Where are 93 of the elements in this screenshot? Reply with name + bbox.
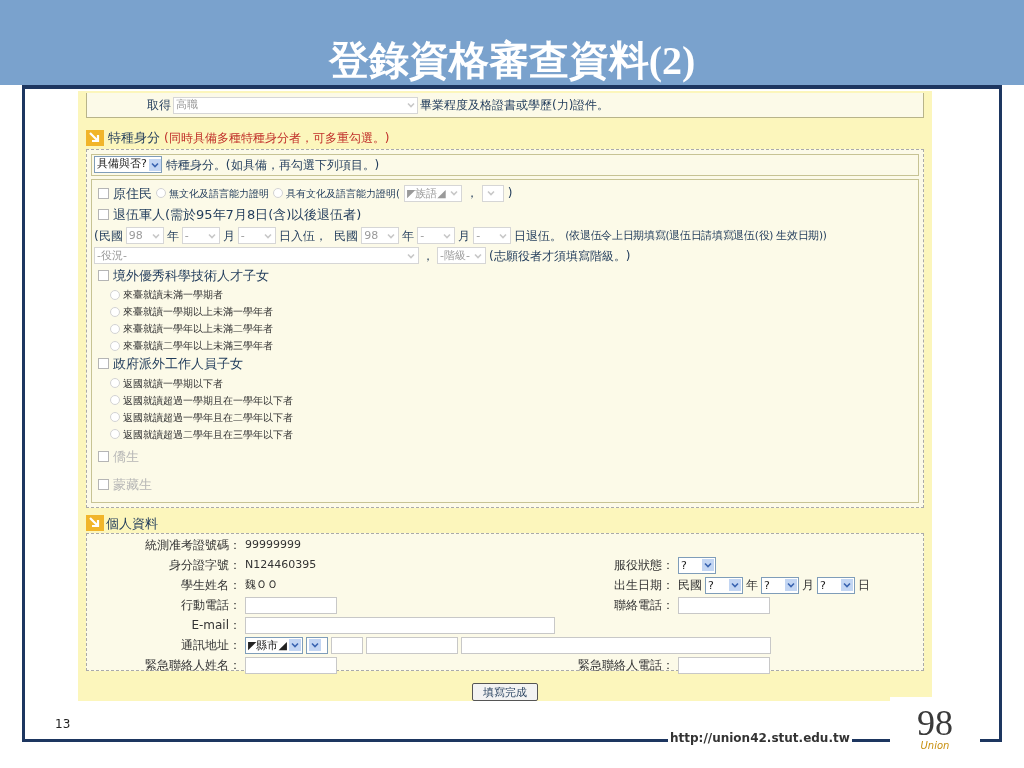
dropdown[interactable]: ?	[761, 576, 799, 594]
form-text: ，	[465, 185, 478, 203]
chevron-down-icon	[308, 639, 321, 651]
form-text: 日	[858, 577, 870, 594]
input-field[interactable]	[365, 636, 458, 654]
field-label: 出生日期：	[613, 577, 674, 594]
option-label: 來臺就讀二學年以上未滿三學年者	[123, 339, 273, 353]
field-label: 緊急聯絡人電話：	[577, 657, 674, 674]
form-text: 取得	[147, 97, 171, 114]
input-field[interactable]	[678, 656, 770, 674]
category-label: 蒙藏生	[113, 476, 152, 494]
field-label: 通訊地址：	[180, 637, 241, 654]
field-label: 緊急聯絡人姓名：	[144, 657, 241, 674]
section-note: (同時具備多種特種身分者，可多重勾選。)	[164, 129, 390, 147]
option-label: 來臺就讀一學年以上未滿二學年者	[123, 322, 273, 336]
input-field[interactable]	[460, 636, 771, 654]
site-url: http://union42.stut.edu.tw	[668, 729, 852, 747]
section-title: 個人資料	[106, 514, 158, 533]
option-label: 返國就讀超過二學年且在三學年以下者	[123, 427, 293, 442]
checkbox[interactable]	[98, 358, 109, 370]
chevron-down-icon	[729, 579, 741, 591]
input-field[interactable]	[245, 656, 337, 674]
chevron-down-icon	[785, 579, 797, 591]
radio-button[interactable]	[156, 188, 166, 199]
field-label: 行動電話：	[180, 597, 241, 614]
field-label: 統測准考證號碼：	[144, 537, 241, 554]
form-text: 年	[746, 577, 758, 594]
form-text: 年	[166, 227, 179, 245]
option-label: 無文化及語言能力證明	[169, 186, 269, 201]
option-label: 返國就讀一學期以下者	[123, 376, 223, 391]
form-text: 畢業程度及格證書或學歷(力)證件。	[420, 97, 610, 114]
dropdown[interactable]: 具備與否?	[94, 156, 162, 173]
radio-button[interactable]	[110, 323, 120, 334]
checkbox[interactable]	[98, 209, 109, 221]
dropdown[interactable]: ◤縣市◢	[245, 636, 303, 654]
radio-button[interactable]	[110, 306, 120, 317]
form-text: 月	[222, 227, 235, 245]
field-label: 學生姓名：	[180, 577, 241, 594]
chevron-down-icon	[702, 559, 714, 571]
option-label: 具有文化及語言能力證明(	[286, 186, 400, 201]
field-label: 聯絡電話：	[613, 597, 674, 614]
category-label: 政府派外工作人員子女	[113, 355, 243, 373]
option-label: 返國就讀超過一學期且在一學年以下者	[123, 393, 293, 408]
dropdown[interactable]: ?	[678, 556, 716, 574]
chevron-down-icon	[288, 639, 301, 651]
field-value: 魏ＯＯ	[245, 576, 278, 593]
form-text: )	[507, 185, 513, 203]
input-field[interactable]	[330, 636, 363, 654]
category-label: 原住民	[113, 184, 152, 203]
chevron-down-icon	[841, 579, 853, 591]
slide-number: 13	[55, 716, 71, 733]
slide-title: 登錄資格審查資料(2)	[328, 41, 696, 81]
form-text: 日入伍， 民國	[278, 227, 359, 245]
category-label: 僑生	[113, 447, 139, 466]
radio-button[interactable]	[110, 429, 120, 439]
form-text: 年	[402, 227, 415, 245]
form-text: 民國	[678, 577, 702, 594]
radio-button[interactable]	[110, 395, 120, 405]
form-text: 月	[458, 227, 471, 245]
form-text: 月	[802, 577, 814, 594]
radio-button[interactable]	[273, 188, 283, 199]
field-value: 99999999	[245, 536, 301, 553]
dropdown[interactable]	[305, 636, 328, 654]
submit-button[interactable]: 填寫完成	[472, 683, 538, 701]
form-text: (志願役者才須填寫階級。)	[488, 247, 631, 265]
dropdown[interactable]: ?	[817, 576, 855, 594]
option-label: 來臺就讀未滿一學期者	[123, 288, 223, 302]
category-label: 退伍軍人(需於95年7月8日(含)以後退伍者)	[113, 206, 362, 224]
field-value: N124460395	[245, 556, 317, 573]
note-text: (依退伍令上日期填寫(退伍日請填寫退伍(役) 生效日期))	[565, 227, 827, 243]
field-label: E-mail：	[190, 617, 241, 634]
radio-button[interactable]	[110, 378, 120, 388]
section-title: 特種身分	[108, 129, 160, 147]
field-label: 服役狀態：	[613, 557, 674, 574]
field-label: 身分證字號：	[168, 557, 241, 574]
radio-button[interactable]	[110, 340, 120, 351]
input-field[interactable]	[678, 596, 770, 614]
form-text: 特種身分。(如具備，再勾選下列項目。)	[165, 156, 380, 174]
dropdown[interactable]: 高職	[173, 96, 418, 114]
radio-button[interactable]	[110, 289, 120, 300]
checkbox[interactable]	[98, 187, 109, 199]
checkbox[interactable]	[98, 269, 109, 281]
option-label: 來臺就讀一學期以上未滿一學年者	[123, 305, 273, 319]
form-text: ，	[422, 247, 434, 265]
radio-button[interactable]	[110, 412, 120, 422]
option-label: 返國就讀超過一學年且在二學年以下者	[123, 410, 293, 425]
input-field[interactable]	[245, 596, 337, 614]
form-text: (民國	[94, 227, 123, 245]
input-field[interactable]	[245, 616, 555, 634]
dropdown[interactable]: ?	[705, 576, 743, 594]
form-text: 日退伍。	[514, 227, 563, 245]
chevron-down-icon	[148, 158, 161, 171]
category-label: 境外優秀科學技術人才子女	[113, 266, 269, 285]
